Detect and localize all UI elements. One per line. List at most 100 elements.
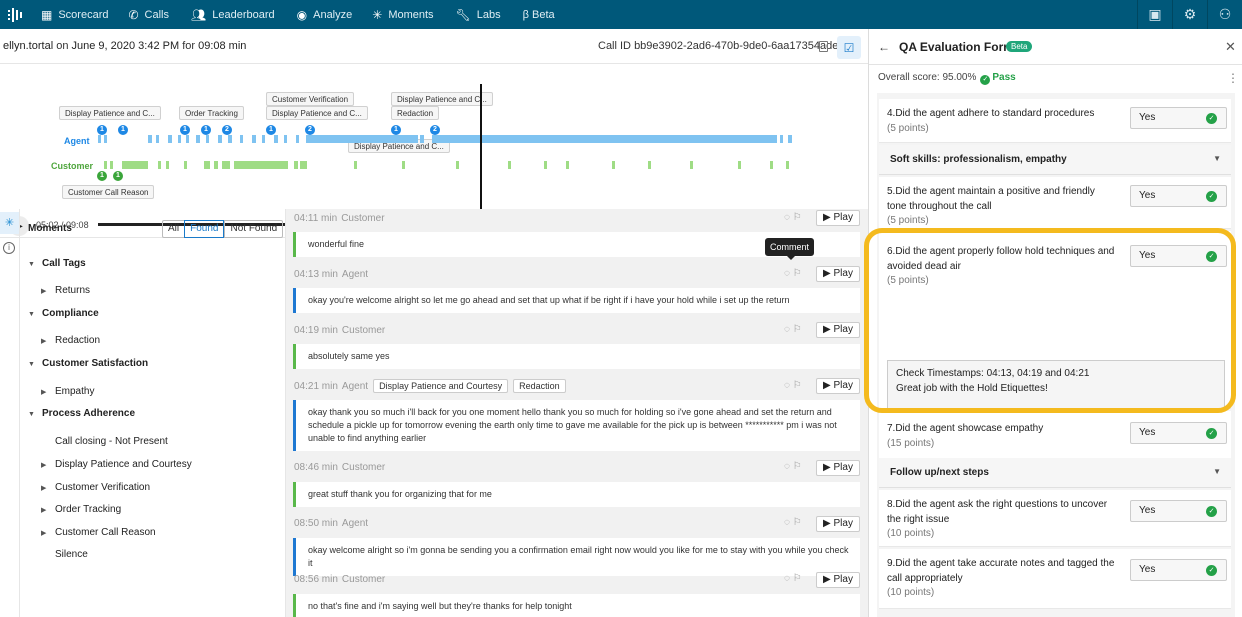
qa-form-toggle-icon[interactable]: ☑ (837, 36, 861, 59)
comment-flag-icons[interactable]: ◌ ⚐ (784, 517, 802, 528)
eye-icon: ◉ (296, 7, 308, 22)
moment-marker[interactable]: 1 (97, 171, 107, 181)
user-icon[interactable]: ⚇ (1207, 0, 1242, 29)
moment-group-compliance[interactable]: ▼ Compliance (28, 308, 99, 319)
moment-marker[interactable]: 1 (113, 171, 123, 181)
play-utterance-button[interactable]: ▶ Play (816, 378, 860, 394)
filter-found[interactable]: Found (184, 220, 225, 238)
answer-select[interactable]: Yes ✓ (1130, 559, 1227, 581)
agent-speech-segment (274, 135, 278, 143)
utterance-header: 04:19 min Customer (294, 325, 386, 336)
timeline-tag[interactable]: Order Tracking (179, 106, 244, 120)
question-card: 5.Did the agent maintain a positive and … (879, 177, 1231, 229)
timeline-tag[interactable]: Display Patience and C... (59, 106, 161, 120)
nav-scorecard[interactable]: ▦ Scorecard (41, 8, 108, 22)
transcript: 04:11 min Customer ◌ ⚐ ▶ Play wonderful f… (286, 209, 868, 617)
moment-item-empathy[interactable]: ▶ Empathy (41, 386, 94, 397)
moment-item-customer-call-reason[interactable]: ▶ Customer Call Reason (41, 527, 156, 538)
comment-flag-icons[interactable]: ◌ ⚐ (784, 573, 802, 584)
call-timeline[interactable]: Display Patience and C... Order Tracking… (0, 64, 868, 212)
copy-icon[interactable] (819, 41, 828, 52)
nav-right-tools: ▣ ⚙ ⚇ (1137, 0, 1242, 29)
moment-item-customer-verification[interactable]: ▶ Customer Verification (41, 482, 150, 493)
moment-marker[interactable]: 2 (305, 125, 315, 135)
moment-item-call-closing[interactable]: Call closing - Not Present (55, 436, 168, 447)
timeline-tag[interactable]: Customer Verification (266, 92, 355, 106)
caret-right-icon: ▶ (41, 485, 47, 492)
moment-marker[interactable]: 2 (222, 125, 232, 135)
nav-calls[interactable]: ✆ Calls (128, 8, 169, 22)
answer-select[interactable]: Yes ✓ (1130, 422, 1227, 444)
nav-labs[interactable]: 🔧︎ Labs (456, 8, 501, 22)
moment-chip[interactable]: Display Patience and Courtesy (373, 379, 509, 393)
answer-select[interactable]: Yes ✓ (1130, 500, 1227, 522)
moment-marker[interactable]: 1 (180, 125, 190, 135)
comment-flag-icons[interactable]: ◌ ⚐ (784, 324, 802, 335)
timeline-tag[interactable]: Display Patience and C... (266, 106, 368, 120)
agent-speech-segment (168, 135, 172, 143)
caret-down-icon: ▼ (28, 311, 35, 318)
moment-group-process-adherence[interactable]: ▼ Process Adherence (28, 408, 135, 419)
agent-speech-segment (780, 135, 783, 143)
info-icon[interactable]: i (3, 242, 15, 254)
section-soft-skills[interactable]: Soft skills: professionalism, empathy ▼ (879, 145, 1231, 175)
question-card: 9.Did the agent take accurate notes and … (879, 549, 1231, 609)
play-utterance-button[interactable]: ▶ Play (816, 210, 860, 226)
comment-flag-icons[interactable]: ◌ ⚐ (784, 268, 802, 279)
moment-marker[interactable]: 1 (201, 125, 211, 135)
play-utterance-button[interactable]: ▶ Play (816, 460, 860, 476)
customer-speech-segment (204, 161, 210, 169)
section-follow-up[interactable]: Follow up/next steps ▼ (879, 458, 1231, 488)
more-options-icon[interactable]: ⋮ (1227, 71, 1239, 85)
pass-status: Pass (992, 72, 1016, 83)
filter-not-found[interactable]: Not Found (224, 221, 282, 237)
moment-marker[interactable]: 1 (266, 125, 276, 135)
moment-item-returns[interactable]: ▶ Returns (41, 285, 90, 296)
nav-moments[interactable]: ✳ Moments (372, 8, 433, 22)
answer-select[interactable]: Yes ✓ (1130, 185, 1227, 207)
moment-group-call-tags[interactable]: ▼ Call Tags (28, 258, 86, 269)
comment-flag-icons[interactable]: ◌ ⚐ (784, 461, 802, 472)
play-utterance-button[interactable]: ▶ Play (816, 266, 860, 282)
timeline-tag[interactable]: Display Patience and C... (391, 92, 493, 106)
moment-marker[interactable]: 1 (391, 125, 401, 135)
moment-marker[interactable]: 2 (430, 125, 440, 135)
app-logo-icon[interactable] (0, 0, 29, 29)
comment-tooltip: Comment (765, 238, 815, 260)
customer-speech-segment (566, 161, 569, 169)
moment-marker[interactable]: 1 (97, 125, 107, 135)
play-utterance-button[interactable]: ▶ Play (816, 322, 860, 338)
customer-speech-segment (508, 161, 511, 169)
answer-select[interactable]: Yes ✓ (1130, 107, 1227, 129)
nav-analyze[interactable]: ◉ Analyze (297, 8, 353, 22)
timeline-tag[interactable]: Customer Call Reason (62, 185, 155, 199)
agent-speech-segment (98, 135, 101, 143)
moment-item-silence[interactable]: Silence (55, 549, 88, 560)
inbox-icon[interactable]: ▣ (1137, 0, 1172, 29)
agent-name[interactable]: ellyn.tortal (3, 40, 53, 52)
moment-item-order-tracking[interactable]: ▶ Order Tracking (41, 504, 121, 515)
play-utterance-button[interactable]: ▶ Play (816, 572, 860, 588)
customer-speech-segment (166, 161, 169, 169)
filter-all[interactable]: All (163, 221, 184, 237)
play-utterance-button[interactable]: ▶ Play (816, 516, 860, 532)
customer-speech-segment (612, 161, 615, 169)
moment-group-customer-satisfaction[interactable]: ▼ Customer Satisfaction (28, 358, 148, 369)
gear-icon[interactable]: ⚙ (1172, 0, 1207, 29)
caret-right-icon: ▶ (41, 389, 47, 396)
back-arrow-icon[interactable]: ← (878, 40, 890, 54)
comment-flag-icons[interactable]: ◌ ⚐ (784, 380, 802, 391)
moment-item-display-patience[interactable]: ▶ Display Patience and Courtesy (41, 459, 192, 470)
moment-item-redaction[interactable]: ▶ Redaction (41, 335, 100, 346)
nav-leaderboard[interactable]: 👥︎ Leaderboard (191, 8, 275, 22)
nav-beta[interactable]: β Beta (523, 9, 555, 21)
moments-filter: All Found Not Found (162, 220, 284, 238)
close-icon[interactable]: ✕ (1225, 39, 1236, 55)
customer-speech-segment (104, 161, 107, 169)
comment-flag-icons[interactable]: ◌ ⚐ (784, 212, 802, 223)
customer-speech-segment (234, 161, 288, 169)
moment-chip[interactable]: Redaction (513, 379, 566, 393)
timeline-tag[interactable]: Redaction (391, 106, 440, 120)
moment-marker[interactable]: 1 (118, 125, 128, 135)
moments-panel-icon[interactable]: ✳ (0, 212, 19, 234)
